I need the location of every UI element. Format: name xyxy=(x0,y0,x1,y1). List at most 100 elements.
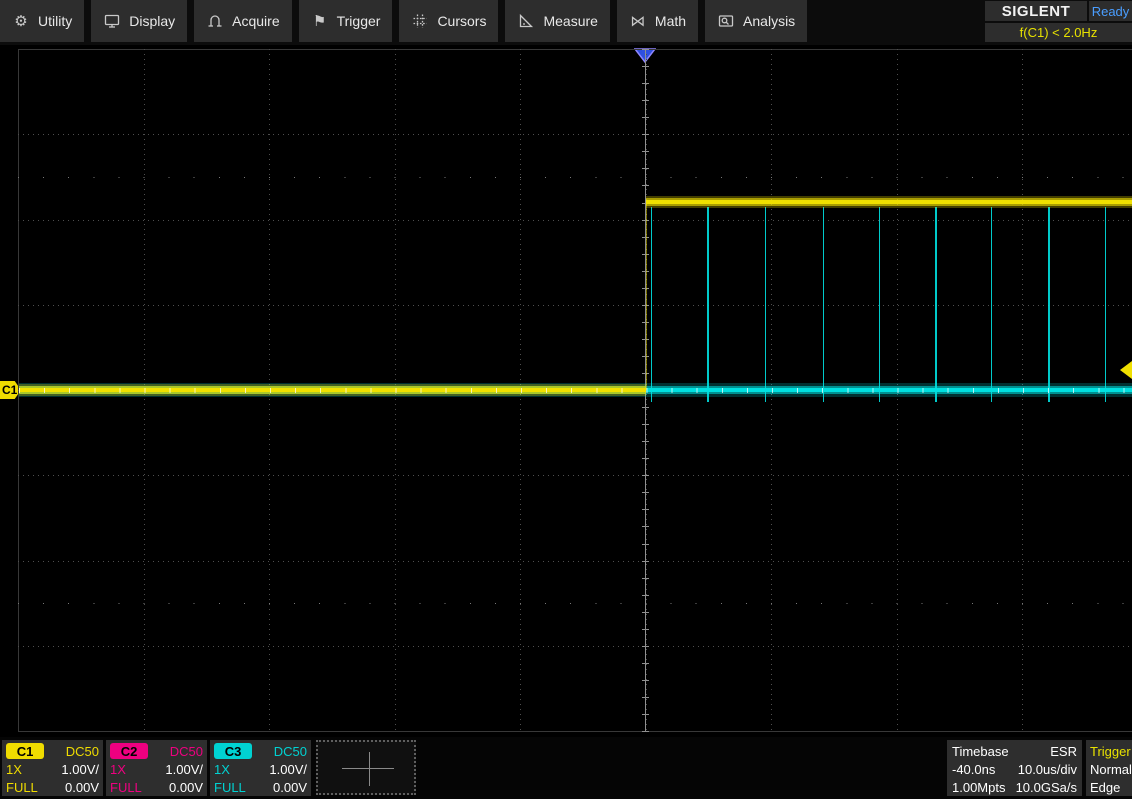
trigger-level-marker[interactable] xyxy=(1120,361,1132,379)
trigger-position-line-tick xyxy=(642,134,649,135)
trigger-position-line-tick xyxy=(642,117,649,118)
trigger-position-line-tick xyxy=(642,646,649,647)
timebase-delay: -40.0ns xyxy=(952,762,995,777)
channel-offset: 0.00V xyxy=(65,780,99,795)
status-bar: C1DC501X1.00V/FULL0.00VC2DC501X1.00V/FUL… xyxy=(0,737,1132,799)
trigger-position-line-tick xyxy=(642,561,649,562)
menu-item-measure[interactable]: Measure xyxy=(505,0,609,42)
frequency-counter-text: f(C1) < 2.0Hz xyxy=(1020,25,1098,40)
siglent-logo-text: SIGLENT xyxy=(1002,3,1071,20)
channel-chip: C3 xyxy=(214,743,252,759)
menu-item-label: Display xyxy=(129,13,175,29)
trigger-position-line-tick xyxy=(642,100,649,101)
center-axis-tick-row xyxy=(19,388,1132,393)
trace-c3-pulse xyxy=(935,207,937,402)
channel-box-c3[interactable]: C3 DC50 1X 1.00V/FULL 0.00V xyxy=(210,740,311,796)
trigger-box[interactable]: Trigger Normal Edge xyxy=(1086,740,1132,796)
menu-item-cursors[interactable]: Cursors xyxy=(399,0,498,42)
siglent-logo: SIGLENT xyxy=(985,1,1087,21)
channel-coupling: DC50 xyxy=(170,744,203,759)
trigger-position-line-tick xyxy=(642,697,649,698)
trigger-position-line-tick xyxy=(642,663,649,664)
trace-c1-post-core xyxy=(646,200,1132,204)
gridline-horizontal xyxy=(18,646,1132,647)
channel-offset: 0.00V xyxy=(169,780,203,795)
gridline-horizontal xyxy=(18,305,1132,306)
acquire-icon xyxy=(206,12,224,30)
trigger-position-line-tick xyxy=(642,168,649,169)
channel-box-c2[interactable]: C2DC501X1.00V/FULL0.00V xyxy=(106,740,207,796)
timebase-box[interactable]: Timebase ESR -40.0ns 10.0us/div 1.00Mpts… xyxy=(947,740,1082,796)
menu-item-utility[interactable]: ⚙ Utility xyxy=(0,0,84,42)
menu-item-label: Utility xyxy=(38,13,72,29)
trace-c1-edge xyxy=(646,202,647,390)
channel-probe-atten: 1X xyxy=(110,762,126,777)
acquisition-status-badge: Ready xyxy=(1089,1,1132,21)
graticule-minor-dot-row xyxy=(18,177,1132,178)
timebase-memory: 1.00Mpts xyxy=(952,780,1005,795)
channel-coupling: DC50 xyxy=(274,744,307,759)
trigger-position-line-tick xyxy=(642,407,649,408)
trace-c3-pulse xyxy=(651,207,653,402)
trigger-type: Edge xyxy=(1090,778,1132,796)
waveform-display[interactable]: C1 xyxy=(0,45,1132,737)
trigger-position-line-tick xyxy=(642,475,649,476)
channel-bandwidth: FULL xyxy=(6,780,38,795)
trace-c3-pulse xyxy=(765,207,767,402)
cursors-icon xyxy=(411,12,429,30)
frequency-counter: f(C1) < 2.0Hz xyxy=(985,23,1132,42)
graticule-minor-dot-row xyxy=(18,603,1132,604)
trigger-position-line-tick xyxy=(642,441,649,442)
channel-bandwidth: FULL xyxy=(110,780,142,795)
channel-coupling: DC50 xyxy=(66,744,99,759)
menu-item-math[interactable]: ⋈Math xyxy=(617,0,698,42)
trigger-position-line-tick xyxy=(642,509,649,510)
channel-box-c1[interactable]: C1DC501X1.00V/FULL0.00V xyxy=(2,740,103,796)
trigger-position-line-tick xyxy=(642,578,649,579)
display-icon xyxy=(103,12,121,30)
trace-preview-placeholder[interactable] xyxy=(316,740,416,795)
trigger-position-line-tick xyxy=(642,185,649,186)
menu-item-display[interactable]: Display xyxy=(91,0,187,42)
gridline-horizontal xyxy=(18,561,1132,562)
trigger-position-line-tick xyxy=(642,629,649,630)
trace-c3-pulse xyxy=(991,207,993,402)
trigger-position-line-tick xyxy=(642,492,649,493)
channel-probe-atten: 1X xyxy=(214,762,230,777)
trace-c3-pulse xyxy=(1105,207,1107,402)
trigger-sweep-mode: Normal xyxy=(1090,760,1132,778)
analysis-icon xyxy=(717,12,735,30)
menu-item-label: Trigger xyxy=(337,13,381,29)
trace-c3-pulse xyxy=(879,207,881,402)
gear-icon: ⚙ xyxy=(12,12,30,30)
trigger-position-line-tick xyxy=(642,151,649,152)
trigger-position-line-tick xyxy=(642,544,649,545)
preview-cross-vertical xyxy=(369,752,370,786)
menu-item-label: Measure xyxy=(543,13,597,29)
channel-bandwidth: FULL xyxy=(214,780,246,795)
channel-chip: C2 xyxy=(110,743,148,759)
channel-offset: 0.00V xyxy=(273,780,307,795)
trigger-position-line-tick xyxy=(642,595,649,596)
gridline-horizontal xyxy=(18,134,1132,135)
menu-item-label: Acquire xyxy=(232,13,279,29)
menu-item-acquire[interactable]: Acquire xyxy=(194,0,291,42)
channel-scale: 1.00V/ xyxy=(269,762,307,777)
channel-chip: C1 xyxy=(6,743,44,759)
graticule-border-bottom xyxy=(18,731,1132,732)
measure-icon xyxy=(517,12,535,30)
graticule-border-top xyxy=(18,49,1132,50)
math-icon: ⋈ xyxy=(629,12,647,30)
timebase-sample-rate: 10.0GSa/s xyxy=(1016,780,1077,795)
trigger-position-line-tick xyxy=(642,731,649,732)
menu-item-trigger[interactable]: ⚑Trigger xyxy=(299,0,393,42)
trigger-position-line-tick xyxy=(642,526,649,527)
trace-c3-pulse xyxy=(823,207,825,402)
trigger-position-line-tick xyxy=(642,66,649,67)
menu-item-analysis[interactable]: Analysis xyxy=(705,0,807,42)
trigger-position-line-tick xyxy=(642,680,649,681)
trigger-position-line-tick xyxy=(642,83,649,84)
menu-item-label: Cursors xyxy=(437,13,486,29)
brand-area: SIGLENT Ready f(C1) < 2.0Hz xyxy=(985,0,1132,42)
timebase-title: Timebase xyxy=(952,744,1009,759)
